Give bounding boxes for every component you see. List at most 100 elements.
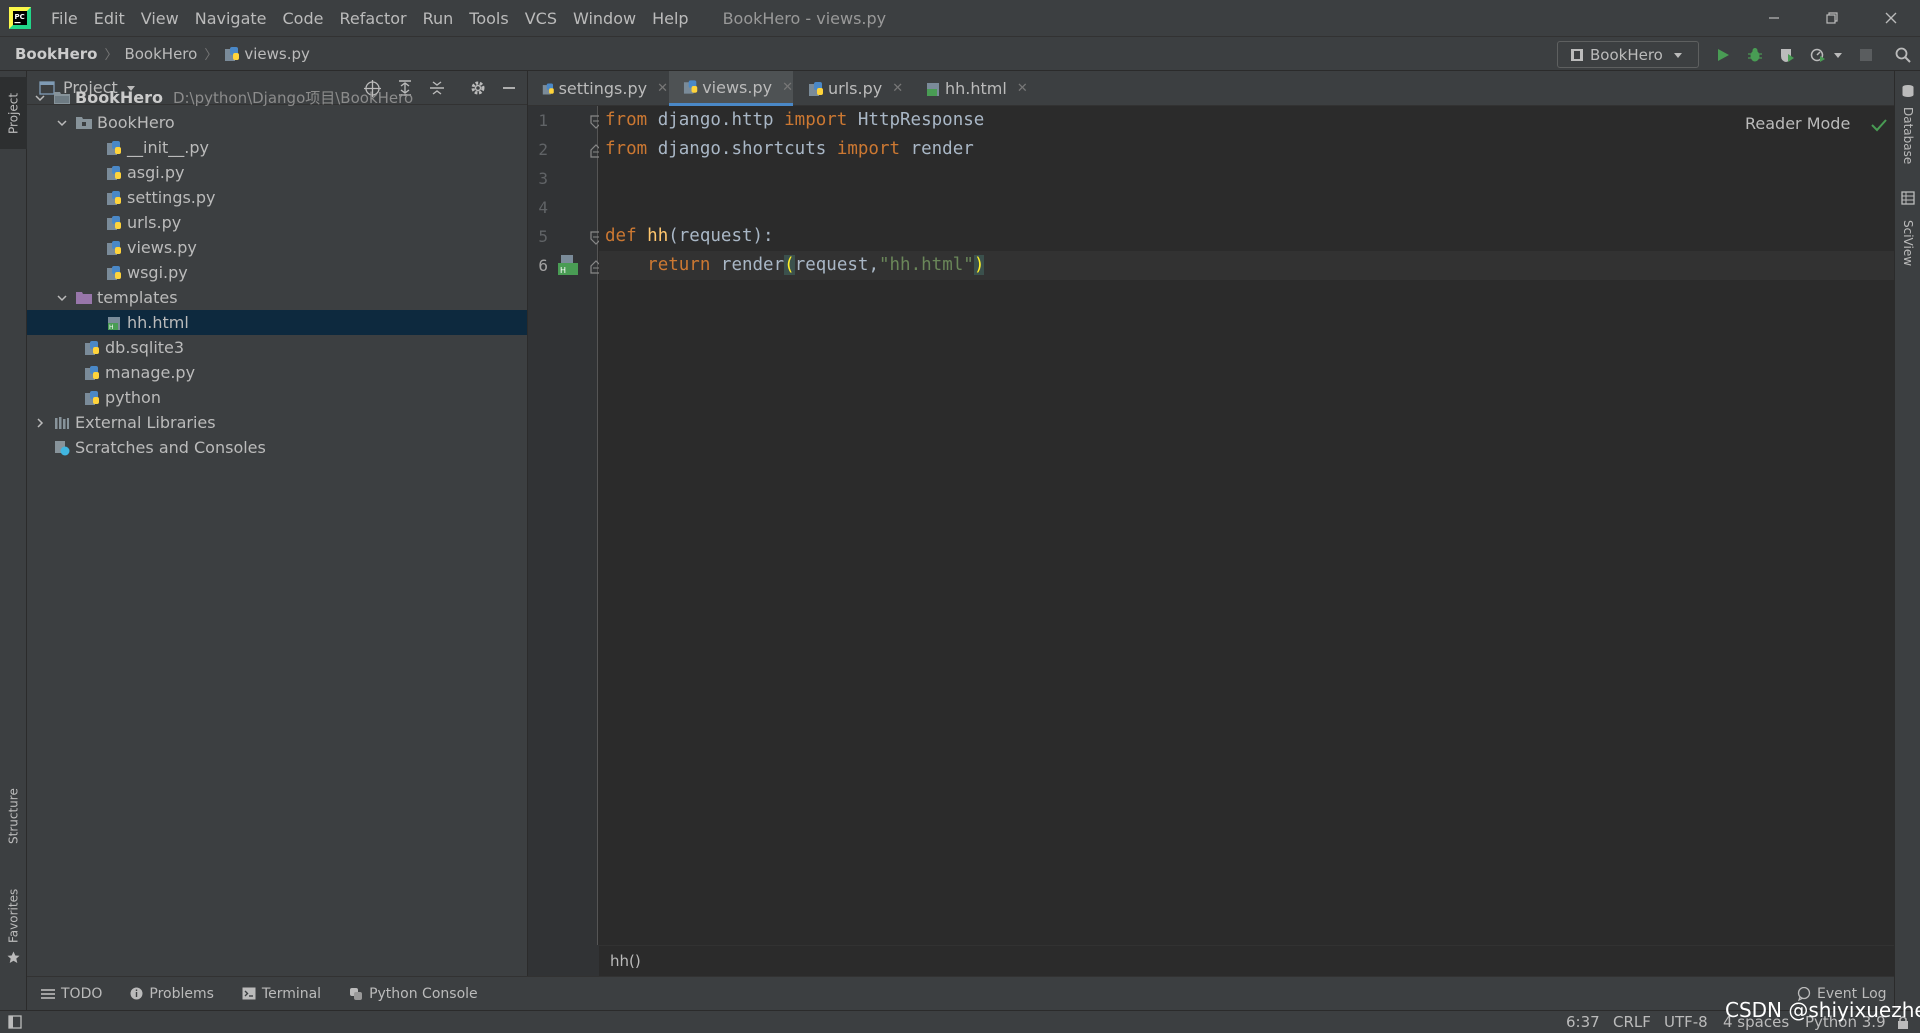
tree-item-init-py[interactable]: __init__.py (27, 135, 527, 160)
reader-mode-toggle[interactable]: Reader Mode (1745, 114, 1850, 133)
tool-tab-structure[interactable]: Structure (0, 771, 27, 861)
editor-gutter[interactable]: 1 2 3 4 5 6 H (528, 106, 602, 945)
tree-item-asgi-py[interactable]: asgi.py (27, 160, 527, 185)
checkmark-icon[interactable] (1871, 118, 1887, 132)
tool-tab-terminal-label: Terminal (261, 985, 322, 1002)
tree-item-external-libraries[interactable]: External Libraries (27, 410, 527, 435)
tool-tab-database-label: Database (1901, 107, 1915, 165)
left-tool-strip: Project Structure Favorites (0, 71, 27, 1010)
debug-button[interactable] (1745, 45, 1765, 65)
close-tab-icon[interactable]: ✕ (1017, 81, 1028, 96)
tool-tab-python-console[interactable]: Python Console (349, 986, 478, 1002)
tree-item-hh-html[interactable]: H hh.html (27, 310, 527, 335)
tool-tab-problems[interactable]: Problems (130, 986, 214, 1002)
chevron-down-icon (1834, 53, 1842, 58)
chevron-right-icon[interactable] (33, 416, 47, 430)
menu-run[interactable]: Run (415, 9, 462, 28)
tree-item-python[interactable]: python (27, 385, 527, 410)
cursor-position[interactable]: 6:37 (1566, 1013, 1600, 1031)
tab-hh-html[interactable]: hh.html ✕ (911, 71, 1031, 106)
tool-tab-todo[interactable]: TODO (41, 986, 102, 1002)
html-template-gutter-icon[interactable]: H (557, 254, 579, 276)
editor-tab-bar: settings.py ✕ views.py ✕ urls.py ✕ hh.ht… (528, 71, 1894, 106)
python-file-icon (83, 389, 101, 407)
tool-tab-favorites[interactable]: Favorites (0, 871, 27, 961)
menu-code[interactable]: Code (275, 9, 332, 28)
coverage-button[interactable] (1777, 45, 1797, 65)
profiler-icon (1810, 48, 1825, 62)
tool-tab-sciview[interactable]: SciView (1895, 208, 1920, 278)
menu-view[interactable]: View (133, 9, 187, 28)
minimize-icon (1769, 17, 1779, 19)
tree-item-bookhero-package[interactable]: BookHero (27, 110, 527, 135)
tree-item-bookhero-root[interactable]: BookHero D:\python\Django项目\BookHero (27, 85, 527, 110)
chevron-down-icon[interactable] (55, 116, 69, 130)
menu-file[interactable]: File (43, 9, 86, 28)
breadcrumb-folder[interactable]: BookHero (124, 45, 197, 63)
database-file-icon (83, 339, 101, 357)
tree-item-views-py[interactable]: views.py (27, 235, 527, 260)
run-config-label: BookHero (1590, 45, 1663, 64)
tree-item-scratches[interactable]: Scratches and Consoles (27, 435, 527, 460)
tree-item-label: BookHero (97, 113, 175, 132)
tab-views-py[interactable]: views.py ✕ (669, 71, 793, 106)
code-line-1: from django.http import HttpResponse (605, 110, 985, 130)
tree-item-label: asgi.py (127, 163, 185, 182)
line-separator[interactable]: CRLF (1613, 1013, 1651, 1031)
tree-item-db-sqlite3[interactable]: db.sqlite3 (27, 335, 527, 360)
tree-item-wsgi-py[interactable]: wsgi.py (27, 260, 527, 285)
python-file-icon (225, 46, 240, 61)
breadcrumb-file[interactable]: views.py (244, 45, 310, 63)
tool-tab-terminal[interactable]: Terminal (242, 986, 321, 1002)
breadcrumb-project[interactable]: BookHero (15, 45, 97, 63)
tool-tab-database[interactable]: Database (1895, 101, 1920, 171)
tool-window-toggle-icon[interactable] (8, 1015, 22, 1029)
chevron-right-icon: 〉 (104, 48, 118, 63)
tool-tab-sciview-label: SciView (1901, 219, 1915, 267)
menu-navigate[interactable]: Navigate (187, 9, 275, 28)
menu-vcs[interactable]: VCS (517, 9, 565, 28)
play-icon (1718, 49, 1729, 61)
profile-button[interactable] (1808, 45, 1828, 65)
file-encoding[interactable]: UTF-8 (1664, 1013, 1708, 1031)
svg-text:H: H (109, 324, 114, 331)
star-icon (7, 951, 20, 963)
python-file-icon (542, 82, 554, 95)
code-editor[interactable]: from django.http import HttpResponse fro… (599, 106, 1894, 945)
tree-item-label: templates (97, 288, 178, 307)
project-panel: Project BookHero D:\python\Django项目\Book… (27, 71, 528, 976)
chevron-down-icon[interactable] (55, 291, 69, 305)
tree-item-label: db.sqlite3 (105, 338, 185, 357)
close-tab-icon[interactable]: ✕ (657, 81, 668, 96)
stop-button[interactable] (1856, 45, 1876, 65)
close-window-button[interactable] (1862, 0, 1920, 36)
menu-edit[interactable]: Edit (86, 9, 133, 28)
python-file-icon (105, 189, 123, 207)
menu-window[interactable]: Window (565, 9, 644, 28)
run-more-dropdown[interactable] (1832, 45, 1844, 65)
menu-help[interactable]: Help (644, 9, 696, 28)
chevron-down-icon (1673, 52, 1682, 58)
tree-item-urls-py[interactable]: urls.py (27, 210, 527, 235)
restore-button[interactable] (1803, 0, 1861, 36)
search-everywhere-button[interactable] (1893, 45, 1913, 65)
line-number: 1 (538, 111, 548, 130)
tab-settings-py[interactable]: settings.py ✕ (528, 71, 668, 106)
tab-urls-py[interactable]: urls.py ✕ (794, 71, 910, 106)
tree-item-label: manage.py (105, 363, 196, 382)
menu-refactor[interactable]: Refactor (331, 9, 414, 28)
tree-item-templates[interactable]: templates (27, 285, 527, 310)
run-button[interactable] (1713, 45, 1733, 65)
menu-tools[interactable]: Tools (461, 9, 516, 28)
tree-item-manage-py[interactable]: manage.py (27, 360, 527, 385)
tree-item-label: BookHero (75, 88, 163, 107)
run-config-selector[interactable]: BookHero (1557, 41, 1699, 68)
code-line-2: from django.shortcuts import render (605, 139, 974, 159)
minimize-button[interactable] (1745, 0, 1803, 36)
close-tab-icon[interactable]: ✕ (782, 80, 793, 95)
breadcrumb-function[interactable]: hh() (610, 952, 641, 970)
tool-tab-project[interactable]: Project (0, 77, 27, 149)
chevron-down-icon[interactable] (33, 91, 47, 105)
tree-item-settings-py[interactable]: settings.py (27, 185, 527, 210)
close-tab-icon[interactable]: ✕ (892, 81, 903, 96)
